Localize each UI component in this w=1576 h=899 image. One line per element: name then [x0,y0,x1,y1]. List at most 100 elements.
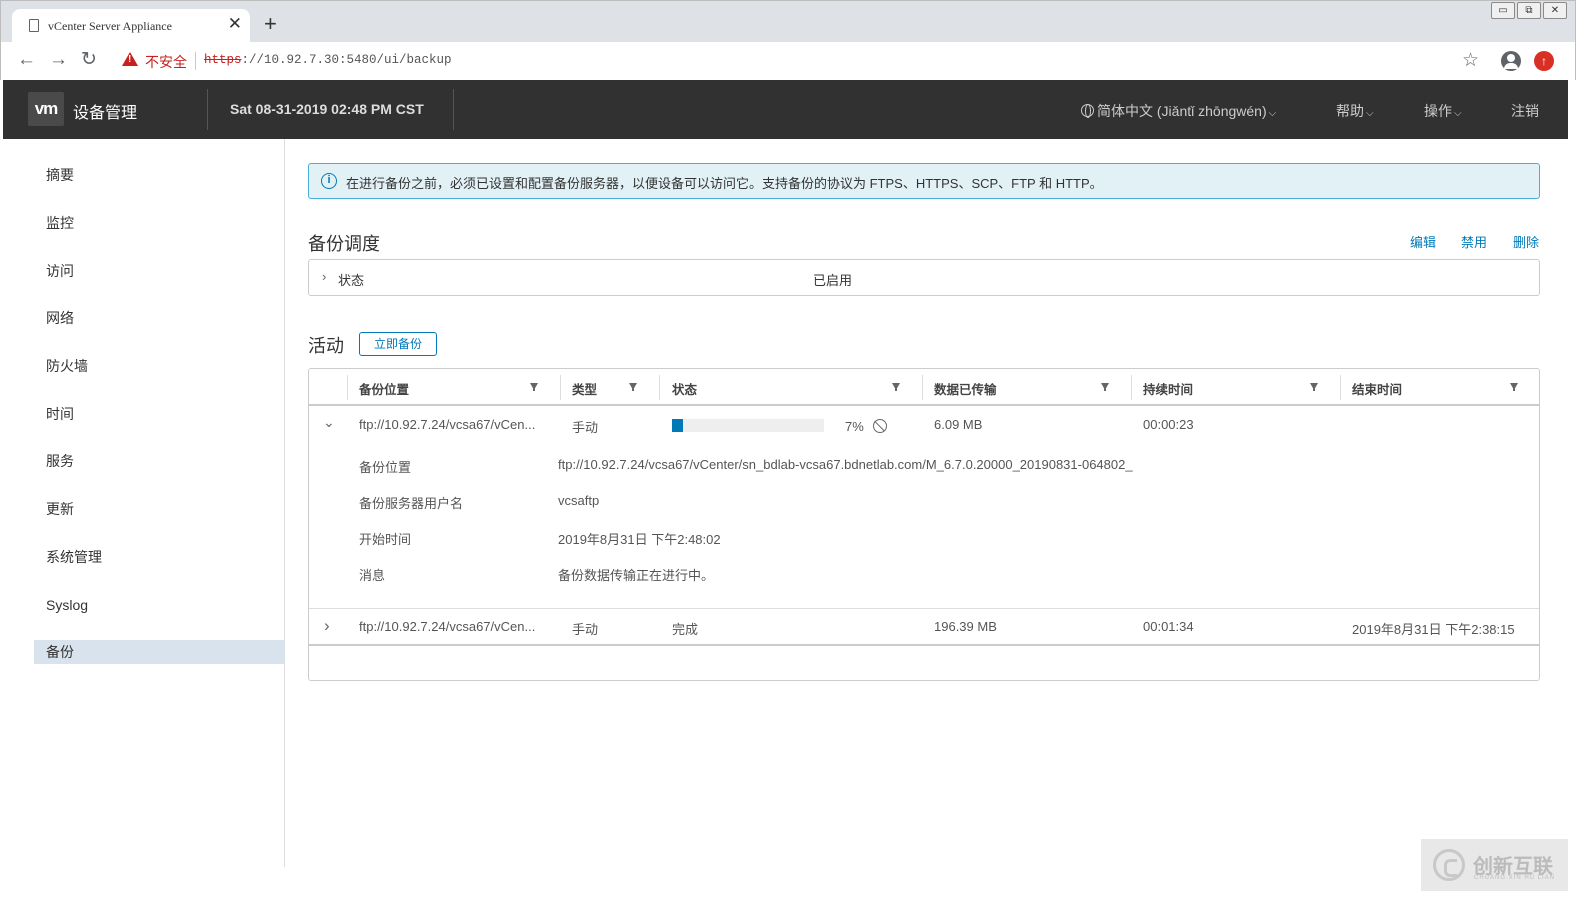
restore-button[interactable]: ⧉ [1517,2,1541,19]
row-location: ftp://10.92.7.24/vcsa67/vCen... [359,417,536,432]
header-divider [453,89,454,130]
sidebar-item-backup[interactable]: 备份 [34,640,285,664]
col-header-type[interactable]: 类型 [572,379,597,398]
detail-value: 2019年8月31日 下午2:48:02 [558,532,721,547]
chevron-down-icon: ⌵ [1268,108,1277,119]
chevron-down-icon: ⌵ [1454,108,1462,119]
filter-icon[interactable] [1310,383,1318,391]
schedule-status-row[interactable]: › 状态 已启用 [308,259,1540,296]
filter-icon[interactable] [1510,383,1518,391]
progress-percent: 7% [845,419,864,434]
new-tab-button[interactable]: + [264,13,277,35]
tab-title: vCenter Server Appliance [48,19,172,33]
globe-icon [1081,104,1094,118]
grid-header: 备份位置 类型 状态 数据已传输 持续时间 结束时间 [309,369,1539,406]
activity-grid: 备份位置 类型 状态 数据已传输 持续时间 结束时间 ⌄ ftp://10.92… [308,368,1540,681]
sidebar-item-time[interactable]: 时间 [34,402,285,426]
sidebar-item-services[interactable]: 服务 [34,449,285,473]
banner-text: 在进行备份之前，必须已设置和配置备份服务器，以便设备可以访问它。支持备份的协议为… [346,176,1103,191]
detail-label: 开始时间 [359,532,412,547]
minimize-button[interactable]: ▭ [1491,2,1515,19]
account-icon[interactable] [1501,51,1521,71]
sidebar-nav: 摘要 监控 访问 网络 防火墙 时间 服务 更新 系统管理 Syslog 备份 [3,139,285,867]
row-end-time: 2019年8月31日 下午2:38:15 [1352,622,1515,637]
warning-icon[interactable] [122,52,138,66]
help-label: 帮助 [1336,103,1364,119]
chevron-right-icon[interactable]: › [322,269,326,284]
row-divider [309,608,1539,609]
header-datetime: Sat 08-31-2019 02:48 PM CST [230,101,424,117]
row-transferred: 196.39 MB [934,619,997,634]
cancel-icon[interactable] [873,419,887,433]
col-header-end-time[interactable]: 结束时间 [1352,379,1402,398]
filter-icon[interactable] [1101,383,1109,391]
browser-titlebar: vCenter Server Appliance ✕ + ▭ ⧉ ✕ [0,0,1576,43]
col-header-duration[interactable]: 持续时间 [1143,379,1193,398]
column-separator [347,375,348,400]
column-separator [1340,375,1341,400]
sidebar-item-administration[interactable]: 系统管理 [34,545,285,569]
sidebar-item-networking[interactable]: 网络 [34,306,285,330]
row-type: 手动 [572,420,599,435]
browser-tab[interactable]: vCenter Server Appliance ✕ [12,9,250,43]
watermark-logo-icon [1433,849,1465,881]
back-icon[interactable]: ← [17,49,36,71]
sidebar-item-summary[interactable]: 摘要 [34,163,285,187]
sidebar-item-firewall[interactable]: 防火墙 [34,354,285,378]
col-header-status[interactable]: 状态 [672,379,697,398]
filter-icon[interactable] [629,383,637,391]
window-controls: ▭ ⧉ ✕ [1491,2,1567,19]
detail-value: vcsaftp [558,493,600,508]
chevron-right-icon[interactable]: › [324,616,330,636]
detail-label: 备份服务器用户名 [359,496,464,511]
close-tab-icon[interactable]: ✕ [228,14,242,34]
url-field[interactable]: https://10.92.7.30:5480/ui/backup [204,53,452,67]
sidebar-item-syslog[interactable]: Syslog [34,593,285,617]
schedule-title: 备份调度 [308,234,380,254]
row-location: ftp://10.92.7.24/vcsa67/vCen... [359,619,536,634]
url-scheme: https [204,53,242,67]
info-icon: i [321,173,337,189]
info-banner: i 在进行备份之前，必须已设置和配置备份服务器，以便设备可以访问它。支持备份的协… [308,163,1540,199]
vmware-logo: vm [28,92,64,126]
header-divider [207,89,208,130]
sidebar-item-monitor[interactable]: 监控 [34,211,285,235]
backup-now-button[interactable]: 立即备份 [359,332,437,356]
bookmark-star-icon[interactable]: ☆ [1462,49,1479,72]
row-duration: 00:01:34 [1143,619,1194,634]
edit-schedule-link[interactable]: 编辑 [1410,232,1436,251]
url-path: ://10.92.7.30:5480/ui/backup [241,53,452,67]
progress-fill [672,419,683,432]
address-separator [195,52,196,70]
window-close-button[interactable]: ✕ [1543,2,1567,19]
actions-menu[interactable]: 操作 ⌵ [1424,101,1462,121]
filter-icon[interactable] [530,383,538,391]
reload-icon[interactable]: ↻ [81,49,97,71]
not-secure-label[interactable]: 不安全 [145,52,187,72]
update-icon[interactable]: ↑ [1534,51,1554,71]
chevron-down-icon: ⌵ [1366,108,1374,119]
col-header-transferred[interactable]: 数据已传输 [934,379,997,398]
filter-icon[interactable] [892,383,900,391]
forward-icon[interactable]: → [49,49,68,71]
actions-label: 操作 [1424,103,1452,119]
sidebar-item-access[interactable]: 访问 [34,259,285,283]
logout-link[interactable]: 注销 [1511,101,1539,121]
column-separator [659,375,660,400]
progress-bar [672,419,824,432]
detail-label: 消息 [359,568,386,583]
activity-title: 活动 [308,336,344,356]
grid-footer-divider [309,644,1539,646]
language-menu[interactable]: 简体中文 (Jiǎntǐ zhōngwén) ⌵ [1081,101,1276,121]
chevron-down-icon[interactable]: ⌄ [323,414,335,431]
detail-value: 备份数据传输正在进行中。 [558,568,715,583]
row-type: 手动 [572,622,599,637]
disable-schedule-link[interactable]: 禁用 [1461,232,1487,251]
column-separator [560,375,561,400]
delete-schedule-link[interactable]: 删除 [1513,232,1539,251]
row-duration: 00:00:23 [1143,417,1194,432]
sidebar-item-update[interactable]: 更新 [34,497,285,521]
schedule-status-value: 已启用 [813,273,853,288]
help-menu[interactable]: 帮助 ⌵ [1336,101,1374,121]
col-header-location[interactable]: 备份位置 [359,379,409,398]
